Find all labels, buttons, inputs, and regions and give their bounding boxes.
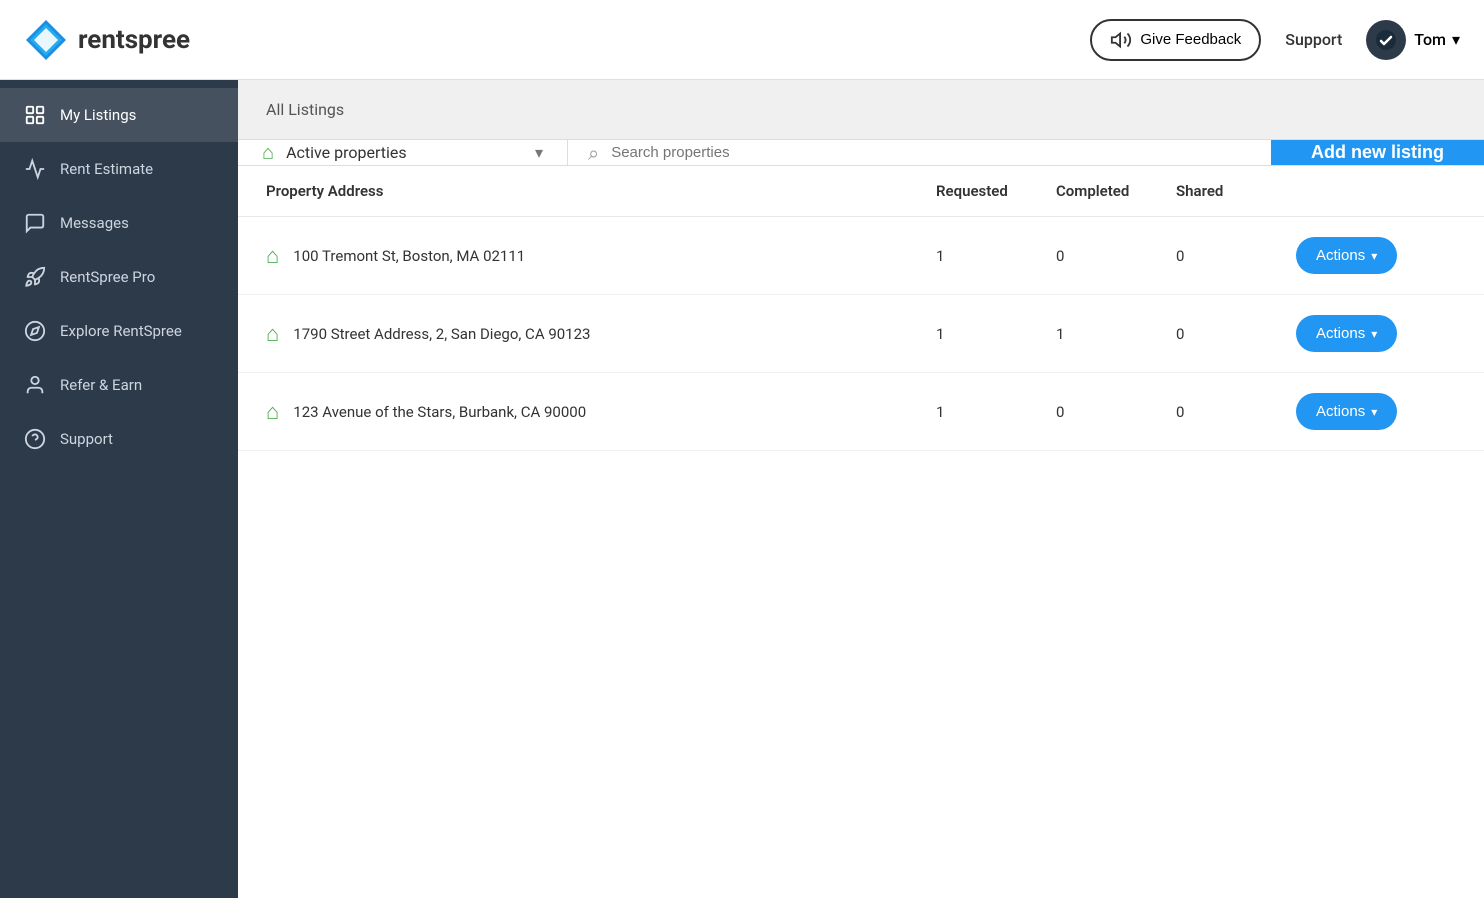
listings-table: Property Address Requested Completed Sha… bbox=[238, 166, 1484, 898]
shared-count: 0 bbox=[1176, 403, 1296, 421]
nav-right: Give Feedback Support Tom ▾ bbox=[1090, 19, 1460, 61]
property-cell: ⌂ 100 Tremont St, Boston, MA 02111 bbox=[266, 243, 936, 269]
sidebar-label-messages: Messages bbox=[60, 214, 129, 232]
rocket-icon bbox=[24, 266, 46, 288]
property-address: 123 Avenue of the Stars, Burbank, CA 900… bbox=[293, 403, 586, 421]
sidebar-label-refer-earn: Refer & Earn bbox=[60, 376, 142, 394]
sidebar-item-support[interactable]: Support bbox=[0, 412, 238, 466]
feedback-icon bbox=[1110, 29, 1132, 51]
filter-dropdown[interactable]: ⌂ Active properties ▾ bbox=[238, 140, 568, 165]
sidebar: My Listings Rent Estimate Messages RentS… bbox=[0, 80, 238, 898]
chevron-down-icon: ▾ bbox=[1371, 327, 1377, 341]
user-chevron-icon: ▾ bbox=[1452, 30, 1460, 49]
avatar bbox=[1366, 20, 1406, 60]
shared-count: 0 bbox=[1176, 247, 1296, 265]
actions-cell: Actions ▾ bbox=[1296, 237, 1456, 274]
add-new-listing-button[interactable]: Add new listing bbox=[1271, 140, 1484, 165]
chart-icon bbox=[24, 158, 46, 180]
sidebar-item-rent-estimate[interactable]: Rent Estimate bbox=[0, 142, 238, 196]
table-row: ⌂ 1790 Street Address, 2, San Diego, CA … bbox=[238, 295, 1484, 373]
sidebar-item-explore-rentspree[interactable]: Explore RentSpree bbox=[0, 304, 238, 358]
requested-count: 1 bbox=[936, 325, 1056, 343]
user-name[interactable]: Tom ▾ bbox=[1414, 30, 1460, 49]
property-house-icon: ⌂ bbox=[266, 243, 279, 269]
property-house-icon: ⌂ bbox=[266, 399, 279, 425]
main-layout: My Listings Rent Estimate Messages RentS… bbox=[0, 80, 1484, 898]
logo-icon bbox=[24, 18, 68, 62]
property-address: 100 Tremont St, Boston, MA 02111 bbox=[293, 247, 525, 265]
actions-cell: Actions ▾ bbox=[1296, 393, 1456, 430]
checkmark-icon bbox=[1374, 28, 1398, 52]
actions-cell: Actions ▾ bbox=[1296, 315, 1456, 352]
give-feedback-label: Give Feedback bbox=[1140, 31, 1241, 48]
page-title: All Listings bbox=[266, 100, 344, 119]
requested-count: 1 bbox=[936, 403, 1056, 421]
actions-label: Actions bbox=[1316, 403, 1365, 420]
completed-count: 1 bbox=[1056, 325, 1176, 343]
message-icon bbox=[24, 212, 46, 234]
property-cell: ⌂ 1790 Street Address, 2, San Diego, CA … bbox=[266, 321, 936, 347]
logo: rentspree bbox=[24, 18, 190, 62]
toolbar: ⌂ Active properties ▾ ⌕ Add new listing bbox=[238, 140, 1484, 166]
property-address: 1790 Street Address, 2, San Diego, CA 90… bbox=[293, 325, 590, 343]
user-menu[interactable]: Tom ▾ bbox=[1366, 20, 1460, 60]
sidebar-label-explore-rentspree: Explore RentSpree bbox=[60, 322, 182, 340]
table-row: ⌂ 123 Avenue of the Stars, Burbank, CA 9… bbox=[238, 373, 1484, 451]
column-header-requested: Requested bbox=[936, 182, 1056, 200]
page-header: All Listings bbox=[238, 80, 1484, 140]
column-header-address: Property Address bbox=[266, 182, 936, 200]
list-icon bbox=[24, 104, 46, 126]
search-area: ⌕ bbox=[568, 140, 1271, 165]
completed-count: 0 bbox=[1056, 403, 1176, 421]
column-header-shared: Shared bbox=[1176, 182, 1296, 200]
sidebar-item-rentspree-pro[interactable]: RentSpree Pro bbox=[0, 250, 238, 304]
property-cell: ⌂ 123 Avenue of the Stars, Burbank, CA 9… bbox=[266, 399, 936, 425]
question-icon bbox=[24, 428, 46, 450]
actions-label: Actions bbox=[1316, 247, 1365, 264]
property-house-icon: ⌂ bbox=[266, 321, 279, 347]
column-header-actions bbox=[1296, 182, 1456, 200]
person-add-icon bbox=[24, 374, 46, 396]
actions-button[interactable]: Actions ▾ bbox=[1296, 315, 1397, 352]
table-row: ⌂ 100 Tremont St, Boston, MA 02111 1 0 0… bbox=[238, 217, 1484, 295]
search-icon: ⌕ bbox=[588, 141, 599, 165]
filter-house-icon: ⌂ bbox=[262, 140, 274, 165]
sidebar-label-rentspree-pro: RentSpree Pro bbox=[60, 268, 155, 286]
actions-button[interactable]: Actions ▾ bbox=[1296, 237, 1397, 274]
sidebar-label-rent-estimate: Rent Estimate bbox=[60, 160, 153, 178]
actions-label: Actions bbox=[1316, 325, 1365, 342]
chevron-down-icon: ▾ bbox=[1371, 405, 1377, 419]
sidebar-label-support: Support bbox=[60, 430, 113, 448]
sidebar-label-my-listings: My Listings bbox=[60, 106, 136, 124]
actions-button[interactable]: Actions ▾ bbox=[1296, 393, 1397, 430]
filter-label: Active properties bbox=[286, 143, 523, 162]
filter-chevron-icon: ▾ bbox=[535, 143, 543, 162]
chevron-down-icon: ▾ bbox=[1371, 249, 1377, 263]
explore-icon bbox=[24, 320, 46, 342]
column-header-completed: Completed bbox=[1056, 182, 1176, 200]
sidebar-item-my-listings[interactable]: My Listings bbox=[0, 88, 238, 142]
give-feedback-button[interactable]: Give Feedback bbox=[1090, 19, 1261, 61]
sidebar-item-messages[interactable]: Messages bbox=[0, 196, 238, 250]
shared-count: 0 bbox=[1176, 325, 1296, 343]
logo-text: rentspree bbox=[78, 25, 190, 55]
requested-count: 1 bbox=[936, 247, 1056, 265]
completed-count: 0 bbox=[1056, 247, 1176, 265]
sidebar-item-refer-earn[interactable]: Refer & Earn bbox=[0, 358, 238, 412]
search-input[interactable] bbox=[611, 144, 1251, 161]
support-nav-link[interactable]: Support bbox=[1285, 30, 1342, 49]
table-header: Property Address Requested Completed Sha… bbox=[238, 166, 1484, 217]
content-area: All Listings ⌂ Active properties ▾ ⌕ Add… bbox=[238, 80, 1484, 898]
top-navigation: rentspree Give Feedback Support Tom ▾ bbox=[0, 0, 1484, 80]
